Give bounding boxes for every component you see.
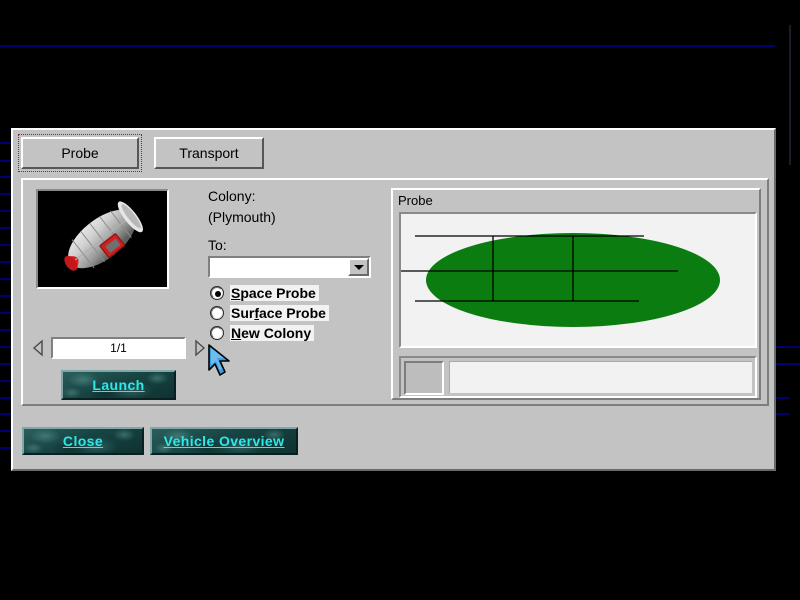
bg-artifact-stripe — [0, 45, 775, 47]
triangle-right-icon[interactable] — [192, 339, 206, 357]
radio-space-probe[interactable]: Space Probe — [211, 284, 361, 302]
probe-type-radio-group: Space Probe Surface Probe New Colony — [211, 284, 361, 344]
vehicle-page-value: 1/1 — [110, 341, 127, 355]
probe-launch-dialog: Probe Transport — [11, 128, 776, 471]
launch-button[interactable]: Launch — [61, 370, 176, 400]
colony-value: (Plymouth) — [208, 209, 388, 225]
radio-indicator — [211, 307, 223, 319]
to-label: To: — [208, 237, 388, 253]
radio-space-probe-label: Space Probe — [230, 285, 319, 301]
destination-fields: Colony: (Plymouth) To: — [208, 188, 388, 278]
content-panel: 1/1 Launch Colony: (Plymouth) To: — [21, 178, 769, 406]
radio-indicator — [211, 287, 223, 299]
chevron-down-icon[interactable] — [348, 258, 369, 276]
launch-label-rest: aunch — [101, 377, 144, 393]
probe-status-text — [449, 361, 752, 393]
triangle-left-icon[interactable] — [32, 339, 46, 357]
vehicle-page-field[interactable]: 1/1 — [51, 337, 186, 359]
vehicle-thumbnail — [36, 189, 169, 289]
colony-label: Colony: — [208, 188, 388, 204]
tab-probe-label: Probe — [61, 145, 98, 161]
game-screen: Probe Transport — [0, 0, 800, 600]
probe-status-bar — [399, 356, 757, 398]
tab-transport-label: Transport — [179, 145, 238, 161]
radio-new-colony[interactable]: New Colony — [211, 324, 361, 342]
bg-artifact-edge — [789, 25, 791, 165]
close-button[interactable]: Close — [22, 427, 144, 455]
radio-new-colony-label: New Colony — [230, 325, 314, 341]
vehicle-overview-button[interactable]: Vehicle Overview — [150, 427, 298, 455]
probe-group-label: Probe — [398, 193, 433, 208]
vehicle-pager: 1/1 — [32, 337, 207, 359]
radio-surface-probe[interactable]: Surface Probe — [211, 304, 361, 322]
tab-probe[interactable]: Probe — [21, 137, 139, 169]
radio-surface-probe-label: Surface Probe — [230, 305, 329, 321]
probe-status-swatch — [404, 361, 444, 395]
tab-transport[interactable]: Transport — [154, 137, 264, 169]
probe-diagram-canvas — [399, 212, 757, 348]
destination-combobox[interactable] — [208, 256, 371, 278]
radio-indicator — [211, 327, 223, 339]
probe-preview-group: Probe — [391, 188, 761, 400]
